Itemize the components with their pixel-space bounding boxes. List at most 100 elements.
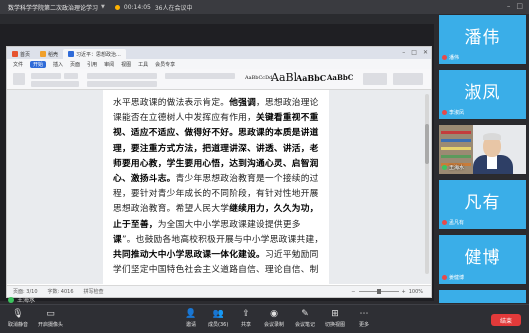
doc-line: 止于至善，为全国大中小学思政课建设提供更多 xyxy=(113,219,301,230)
mic-muted-icon xyxy=(442,220,447,225)
tab-home[interactable]: 首页 xyxy=(7,49,35,59)
menu-file[interactable]: 文件 xyxy=(13,61,23,68)
text-tools-button[interactable] xyxy=(363,73,387,85)
close-icon[interactable]: ✕ xyxy=(423,49,428,56)
participant-tile[interactable]: 淑凤 李淑凤 xyxy=(438,69,527,120)
participant-name: 姜健博 xyxy=(449,275,465,281)
shared-screen: 首页 稻壳 习近平：思想政治... – □ ✕ 文件 开始 插入 页面 引用 审… xyxy=(0,14,434,301)
mute-label: 取消静音 xyxy=(8,322,29,328)
doc-line: 视、适应不适应、做得好不好。思政课的本质是讲道 xyxy=(113,128,319,139)
members-button[interactable]: 👥 成员(36) xyxy=(208,308,229,329)
menu-insert[interactable]: 插入 xyxy=(53,61,63,68)
participant-tile[interactable] xyxy=(438,289,527,304)
notes-icon: ✎ xyxy=(301,308,309,319)
menu-reference[interactable]: 引用 xyxy=(87,61,97,68)
participant-avatar-name: 凡有 xyxy=(464,193,501,213)
vertical-scrollbar[interactable] xyxy=(425,94,429,274)
paste-button[interactable] xyxy=(13,73,25,85)
invite-label: 邀请 xyxy=(185,322,196,328)
participant-tile[interactable]: 健博 姜健博 xyxy=(438,234,527,285)
document-page: 水平思政课的做法表示肯定。他强调，思想政治理论 课能否在立德树人中发挥应有作用，… xyxy=(103,90,329,284)
mic-muted-icon xyxy=(442,110,447,115)
window-controls: – □ xyxy=(507,2,523,10)
doc-line: 课能否在立德树人中发挥应有作用，关键看重视不重 xyxy=(113,113,319,124)
share-bar xyxy=(0,14,434,24)
find-replace-button[interactable] xyxy=(393,73,423,85)
font-size-select[interactable] xyxy=(64,73,78,79)
tab-document[interactable]: 习近平：思想政治... xyxy=(63,49,126,59)
maximize-icon[interactable]: □ xyxy=(411,49,417,56)
scrollbar-thumb[interactable] xyxy=(425,124,429,164)
doc-line: 水平思政课的做法表示肯定。他强调，思想政治理论 xyxy=(113,98,319,108)
document-window: 首页 稻壳 习近平：思想政治... – □ ✕ 文件 开始 插入 页面 引用 审… xyxy=(6,46,432,298)
share-label: 共享 xyxy=(240,322,251,328)
word-count[interactable]: 字数: 4016 xyxy=(48,288,74,295)
menu-start[interactable]: 开始 xyxy=(30,60,47,68)
maximize-icon[interactable]: □ xyxy=(516,2,523,10)
more-button[interactable]: ⋯ 更多 xyxy=(358,308,370,329)
more-icon: ⋯ xyxy=(359,308,369,319)
participant-label: 潘伟 xyxy=(442,54,459,61)
record-button[interactable]: ◉ 会议录制 xyxy=(264,308,284,329)
participant-label: 孟凡有 xyxy=(442,219,464,226)
page-indicator[interactable]: 页面: 3/10 xyxy=(13,288,38,295)
zoom-out-icon[interactable]: − xyxy=(351,289,355,295)
meeting-timer: 00:14:05 xyxy=(123,3,151,11)
members-label: 成员(36) xyxy=(208,322,229,328)
participant-tile[interactable]: 潘伟 潘伟 xyxy=(438,14,527,65)
doc-line: 理，要注重方式方法，把道理讲深、讲透、讲活，老 xyxy=(113,143,319,154)
paragraph-buttons[interactable] xyxy=(87,73,157,79)
style-heading1[interactable]: AaBl xyxy=(271,72,297,84)
participant-label: 李淑凤 xyxy=(442,109,464,116)
style-heading2[interactable]: AaBbC xyxy=(296,72,326,84)
layout-label: 切换视图 xyxy=(325,322,346,328)
camera-button[interactable]: ▭ 开启摄像头 xyxy=(38,308,64,329)
end-meeting-button[interactable]: 结束 xyxy=(491,314,521,326)
minimize-icon[interactable]: – xyxy=(402,49,405,56)
menu-tools[interactable]: 工具 xyxy=(138,61,148,68)
menu-page[interactable]: 页面 xyxy=(70,61,80,68)
doc-statusbar: 页面: 3/10 字数: 4016 拼写检查 − + 100% xyxy=(7,285,431,297)
doc-line: 程，要针对青少年成长的不同阶段，有针对性地开展 xyxy=(113,189,319,200)
menu-view[interactable]: 视图 xyxy=(121,61,131,68)
participant-avatar-name: 健博 xyxy=(464,248,501,268)
doc-line: 思想政治教育。希望人民大学继续用力，久久为功， xyxy=(113,204,319,215)
tab-docer-label: 稻壳 xyxy=(48,51,59,58)
minimize-icon[interactable]: – xyxy=(507,2,511,10)
microphone-muted-icon: 🎙 xyxy=(12,308,24,319)
tab-docer[interactable]: 稻壳 xyxy=(35,49,63,59)
meeting-title[interactable]: 数学科学学院第二次政治理论学习 xyxy=(8,3,98,12)
menu-review[interactable]: 审阅 xyxy=(104,61,114,68)
notes-button[interactable]: ✎ 会议笔记 xyxy=(295,308,315,329)
menu-vip[interactable]: 会员专享 xyxy=(155,61,175,68)
mute-button[interactable]: 🎙 取消静音 xyxy=(8,308,29,329)
doc-line: 课”。也鼓励各地高校积极开展与中小学思政课共建， xyxy=(113,234,324,245)
spell-check-status[interactable]: 拼写检查 xyxy=(84,288,104,295)
alignment-buttons[interactable] xyxy=(87,81,157,87)
list-buttons[interactable] xyxy=(165,73,235,79)
zoom-in-icon[interactable]: + xyxy=(402,289,406,295)
font-family-select[interactable] xyxy=(31,73,61,79)
participant-tile[interactable]: 凡有 孟凡有 xyxy=(438,179,527,230)
zoom-level[interactable]: 100% xyxy=(409,289,423,295)
speaking-mic-icon xyxy=(8,296,14,303)
word-doc-icon xyxy=(68,51,75,57)
zoom-slider[interactable] xyxy=(358,289,399,294)
participant-avatar-name: 潘伟 xyxy=(464,28,501,48)
layout-button[interactable]: ⊞ 切换视图 xyxy=(325,308,346,329)
mic-muted-icon xyxy=(442,55,447,60)
style-heading3[interactable]: AaBbC xyxy=(327,72,353,84)
layout-grid-icon: ⊞ xyxy=(331,308,339,319)
chevron-down-icon[interactable]: ▼ xyxy=(101,4,105,10)
font-format-buttons[interactable] xyxy=(31,81,79,87)
share-button[interactable]: ⇪ 共享 xyxy=(240,308,252,329)
camera-label: 开启摄像头 xyxy=(38,322,64,328)
participant-name: 潘伟 xyxy=(449,55,460,61)
invite-button[interactable]: 👤 邀请 xyxy=(185,308,197,329)
meeting-toolbar: 🎙 取消静音 ▭ 开启摄像头 👤 邀请 👥 成员(36) ⇪ 共享 ◉ 会议录制… xyxy=(0,304,529,333)
participant-avatar-name: 淑凤 xyxy=(464,83,501,103)
style-normal[interactable]: AaBbCcDd xyxy=(245,72,272,84)
participant-count: 36人在会议中 xyxy=(154,4,193,12)
participant-video-tile[interactable]: 王海水 xyxy=(438,124,527,175)
meeting-topbar: 数学科学学院第二次政治理论学习 ▼ 00:14:05 36人在会议中 – □ xyxy=(0,0,529,14)
